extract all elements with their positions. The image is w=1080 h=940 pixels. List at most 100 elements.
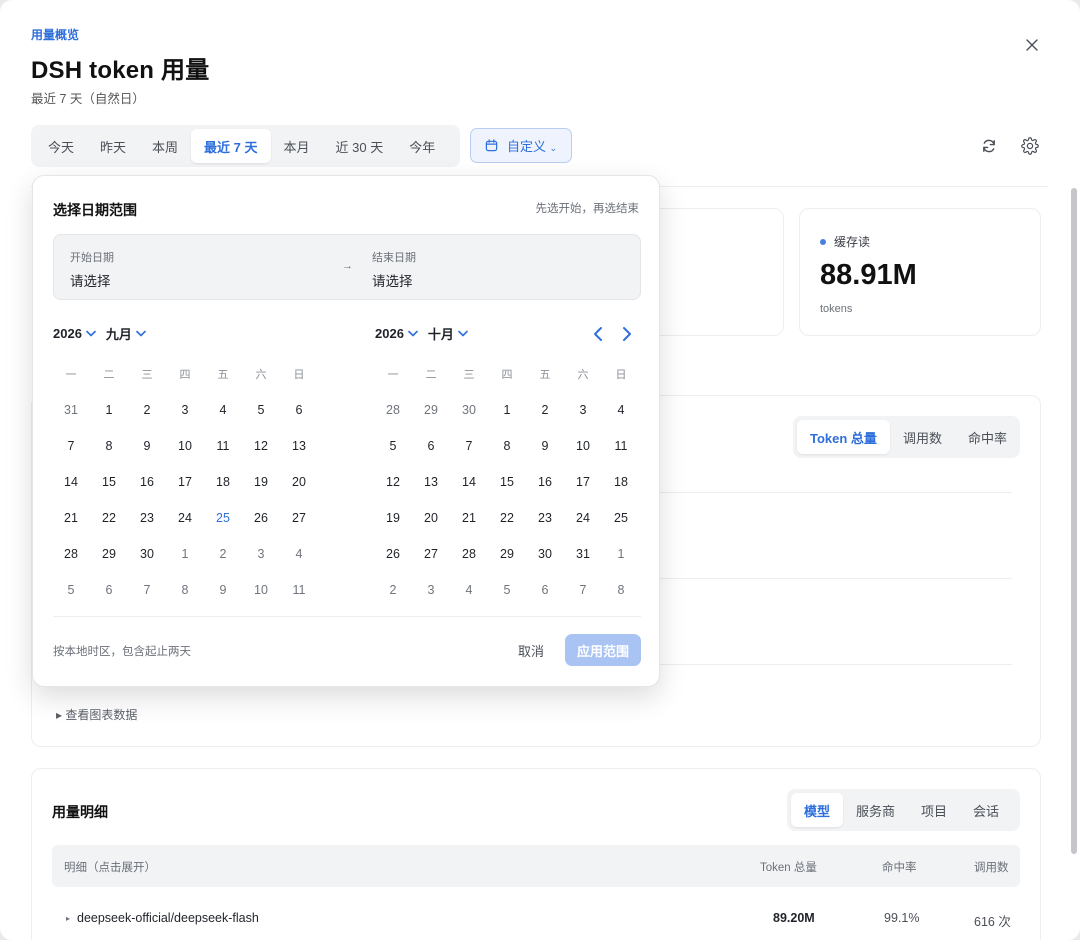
calendar-day[interactable]: 7 <box>52 428 90 464</box>
apply-range-button[interactable]: 应用范围 <box>565 634 641 666</box>
calendar-day[interactable]: 14 <box>52 464 90 500</box>
calendar-day[interactable]: 3 <box>412 572 450 608</box>
calendar-day[interactable]: 29 <box>412 392 450 428</box>
month-select[interactable]: 九月 <box>106 324 146 343</box>
calendar-day[interactable]: 31 <box>564 536 602 572</box>
calendar-day[interactable]: 15 <box>90 464 128 500</box>
calendar-day[interactable]: 20 <box>280 464 318 500</box>
calendar-day[interactable]: 28 <box>450 536 488 572</box>
calendar-day[interactable]: 7 <box>564 572 602 608</box>
calendar-day[interactable]: 23 <box>526 500 564 536</box>
col-calls[interactable]: 调用数 <box>974 859 1009 875</box>
table-row[interactable]: ▸ deepseek-official/deepseek-flash 89.20… <box>52 898 1020 938</box>
calendar-day[interactable]: 1 <box>488 392 526 428</box>
tab-last-30-days[interactable]: 近 30 天 <box>323 129 397 163</box>
calendar-day[interactable]: 24 <box>166 500 204 536</box>
calendar-day[interactable]: 5 <box>488 572 526 608</box>
calendar-day[interactable]: 10 <box>242 572 280 608</box>
next-month-button[interactable] <box>616 323 638 345</box>
calendar-day[interactable]: 30 <box>526 536 564 572</box>
calendar-day[interactable]: 6 <box>90 572 128 608</box>
calendar-day[interactable]: 21 <box>52 500 90 536</box>
tab-today[interactable]: 今天 <box>35 129 87 163</box>
calendar-day[interactable]: 6 <box>412 428 450 464</box>
calendar-day[interactable]: 3 <box>564 392 602 428</box>
calendar-day[interactable]: 5 <box>374 428 412 464</box>
year-select[interactable]: 2026 <box>375 326 418 341</box>
tab-model[interactable]: 模型 <box>791 793 844 827</box>
calendar-day[interactable]: 16 <box>128 464 166 500</box>
start-date-value[interactable]: 请选择 <box>70 270 111 290</box>
calendar-day[interactable]: 23 <box>128 500 166 536</box>
calendar-day[interactable]: 18 <box>602 464 640 500</box>
tab-token-total[interactable]: Token 总量 <box>797 420 890 454</box>
tab-last-7-days[interactable]: 最近 7 天 <box>191 129 271 163</box>
calendar-day[interactable]: 11 <box>204 428 242 464</box>
calendar-day[interactable]: 21 <box>450 500 488 536</box>
tab-project[interactable]: 项目 <box>908 793 960 827</box>
calendar-day[interactable]: 26 <box>374 536 412 572</box>
calendar-day[interactable]: 28 <box>52 536 90 572</box>
calendar-day[interactable]: 10 <box>564 428 602 464</box>
calendar-day[interactable]: 28 <box>374 392 412 428</box>
expand-caret-icon[interactable]: ▸ <box>66 914 70 923</box>
calendar-day[interactable]: 17 <box>166 464 204 500</box>
tab-calls[interactable]: 调用数 <box>890 420 955 454</box>
tab-session[interactable]: 会话 <box>960 793 1012 827</box>
calendar-day[interactable]: 13 <box>280 428 318 464</box>
calendar-day[interactable]: 5 <box>242 392 280 428</box>
tab-yesterday[interactable]: 昨天 <box>87 129 139 163</box>
prev-month-button[interactable] <box>587 323 609 345</box>
calendar-day[interactable]: 12 <box>374 464 412 500</box>
calendar-day[interactable]: 24 <box>564 500 602 536</box>
tab-provider[interactable]: 服务商 <box>843 793 908 827</box>
calendar-day[interactable]: 9 <box>526 428 564 464</box>
calendar-day[interactable]: 12 <box>242 428 280 464</box>
calendar-day[interactable]: 4 <box>602 392 640 428</box>
calendar-day[interactable]: 25 <box>602 500 640 536</box>
calendar-day[interactable]: 9 <box>204 572 242 608</box>
calendar-day[interactable]: 20 <box>412 500 450 536</box>
calendar-day[interactable]: 3 <box>166 392 204 428</box>
calendar-day[interactable]: 26 <box>242 500 280 536</box>
tab-hit-rate[interactable]: 命中率 <box>955 420 1020 454</box>
cancel-button[interactable]: 取消 <box>505 634 557 666</box>
calendar-day[interactable]: 5 <box>52 572 90 608</box>
calendar-day[interactable]: 27 <box>280 500 318 536</box>
calendar-day[interactable]: 30 <box>128 536 166 572</box>
custom-range-button[interactable]: 自定义 ⌄ <box>470 128 572 163</box>
calendar-day[interactable]: 6 <box>526 572 564 608</box>
calendar-day[interactable]: 13 <box>412 464 450 500</box>
close-button[interactable] <box>1020 33 1044 57</box>
calendar-day[interactable]: 19 <box>374 500 412 536</box>
calendar-day[interactable]: 19 <box>242 464 280 500</box>
calendar-day[interactable]: 8 <box>90 428 128 464</box>
col-detail[interactable]: 明细（点击展开） <box>64 859 156 875</box>
calendar-day[interactable]: 7 <box>128 572 166 608</box>
tab-this-week[interactable]: 本周 <box>139 129 191 163</box>
calendar-day-today[interactable]: 25 <box>204 500 242 536</box>
calendar-day[interactable]: 1 <box>90 392 128 428</box>
calendar-day[interactable]: 17 <box>564 464 602 500</box>
calendar-day[interactable]: 8 <box>166 572 204 608</box>
calendar-day[interactable]: 16 <box>526 464 564 500</box>
view-chart-data-toggle[interactable]: ▸ 查看图表数据 <box>56 706 137 723</box>
calendar-day[interactable]: 2 <box>128 392 166 428</box>
calendar-day[interactable]: 31 <box>52 392 90 428</box>
col-hit-rate[interactable]: 命中率 <box>882 859 917 875</box>
calendar-day[interactable]: 2 <box>204 536 242 572</box>
calendar-day[interactable]: 4 <box>204 392 242 428</box>
refresh-button[interactable] <box>977 134 1001 158</box>
end-date-value[interactable]: 请选择 <box>372 270 413 290</box>
year-select[interactable]: 2026 <box>53 326 96 341</box>
settings-button[interactable] <box>1018 134 1042 158</box>
calendar-day[interactable]: 27 <box>412 536 450 572</box>
calendar-day[interactable]: 14 <box>450 464 488 500</box>
calendar-day[interactable]: 2 <box>526 392 564 428</box>
col-token-total[interactable]: Token 总量 <box>760 859 817 875</box>
calendar-day[interactable]: 9 <box>128 428 166 464</box>
calendar-day[interactable]: 8 <box>488 428 526 464</box>
calendar-day[interactable]: 11 <box>280 572 318 608</box>
month-select[interactable]: 十月 <box>428 324 468 343</box>
calendar-day[interactable]: 7 <box>450 428 488 464</box>
